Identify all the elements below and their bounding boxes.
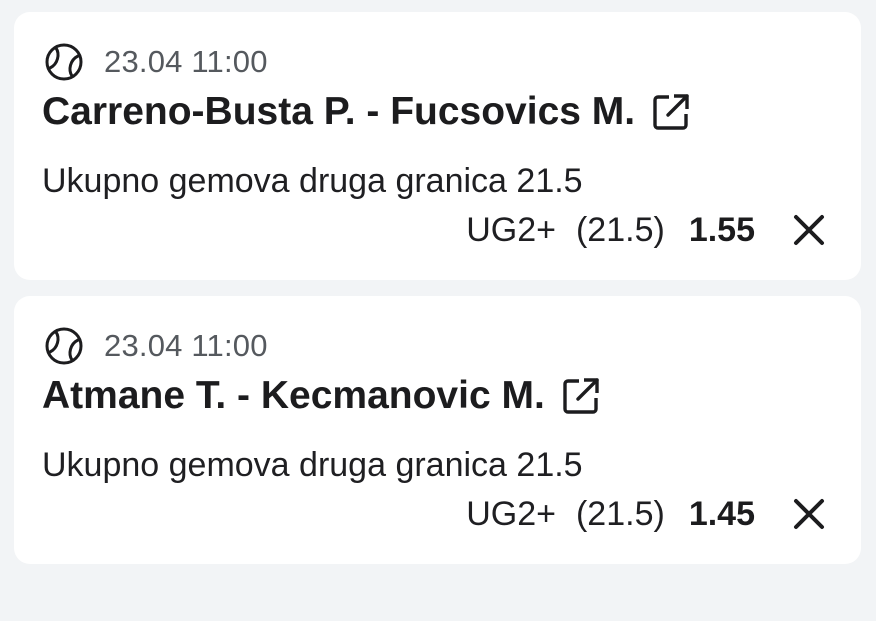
close-icon: [794, 499, 824, 529]
pick-line: (21.5): [575, 494, 665, 533]
external-link-icon[interactable]: [649, 90, 693, 134]
match-row: Atmane T. - Kecmanovic M.: [42, 372, 603, 420]
odds-value: 1.45: [688, 494, 755, 533]
tennis-ball-icon: [44, 42, 84, 82]
bet-card: 23.04 11:00 Carreno-Busta P. - Fucsovics…: [14, 12, 861, 280]
pick-label: UG2+: [466, 210, 556, 249]
tennis-ball-icon: [44, 326, 84, 366]
match-title[interactable]: Carreno-Busta P. - Fucsovics M.: [42, 90, 635, 134]
event-datetime: 23.04 11:00: [104, 328, 268, 363]
external-link-icon[interactable]: [559, 374, 603, 418]
market-name: Ukupno gemova druga granica 21.5: [42, 446, 583, 484]
remove-bet-button[interactable]: [787, 208, 831, 252]
market-name: Ukupno gemova druga granica 21.5: [42, 162, 583, 200]
event-datetime: 23.04 11:00: [104, 44, 268, 79]
odds-value: 1.55: [688, 210, 755, 249]
event-meta: 23.04 11:00: [44, 326, 268, 366]
event-meta: 23.04 11:00: [44, 42, 268, 82]
close-icon: [794, 215, 824, 245]
pick-row: UG2+ (21.5) 1.55: [466, 208, 831, 252]
remove-bet-button[interactable]: [787, 492, 831, 536]
pick-line: (21.5): [575, 210, 665, 249]
bet-card: 23.04 11:00 Atmane T. - Kecmanovic M. Uk…: [14, 296, 861, 564]
pick-row: UG2+ (21.5) 1.45: [466, 492, 831, 536]
bet-slip-list: 23.04 11:00 Carreno-Busta P. - Fucsovics…: [0, 0, 876, 621]
match-title[interactable]: Atmane T. - Kecmanovic M.: [42, 374, 545, 418]
pick-label: UG2+: [466, 494, 556, 533]
match-row: Carreno-Busta P. - Fucsovics M.: [42, 88, 693, 136]
